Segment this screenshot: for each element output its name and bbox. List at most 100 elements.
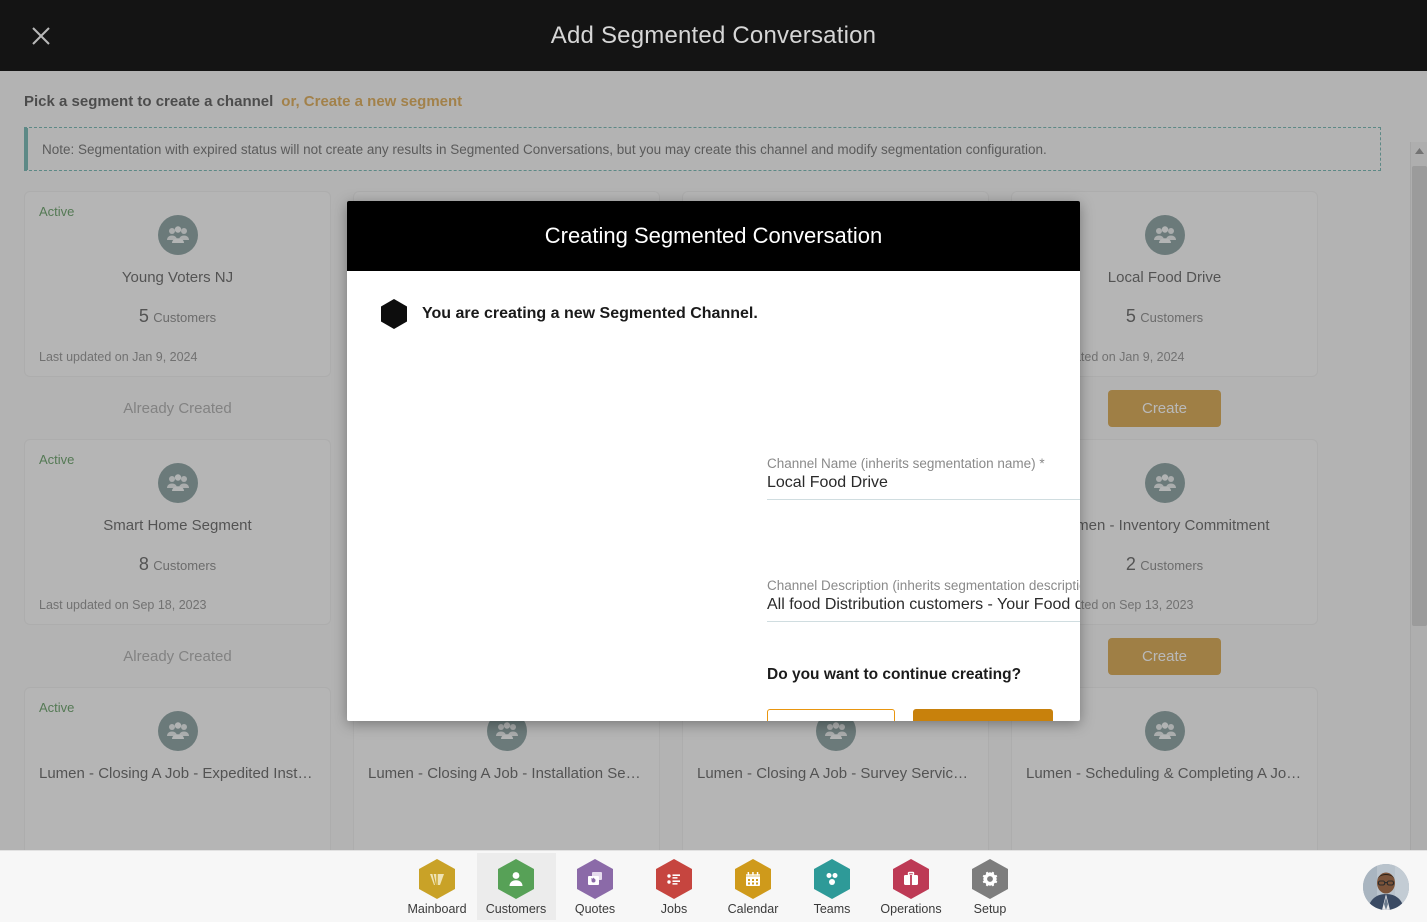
segment-avatar bbox=[157, 463, 198, 503]
modal-header: Creating Segmented Conversation bbox=[347, 201, 1080, 271]
segment-avatar bbox=[1144, 215, 1185, 255]
creating-segmented-conversation-modal: Creating Segmented Conversation You are … bbox=[347, 201, 1080, 721]
card-title: Young Voters NJ bbox=[121, 269, 234, 286]
card-count-label: Customers bbox=[1140, 310, 1204, 325]
nav-item-label: Customers bbox=[485, 902, 547, 916]
modal-topbar: Add Segmented Conversation bbox=[0, 0, 1427, 71]
card-last-updated: Last updated on Sep 18, 2023 bbox=[39, 598, 207, 612]
card-count-number: 5 bbox=[1125, 306, 1136, 326]
card-count-label: Customers bbox=[153, 310, 217, 325]
teams-icon bbox=[814, 859, 850, 899]
expired-status-note-text: Note: Segmentation with expired status w… bbox=[42, 141, 1047, 157]
bottom-navigation: Mainboard Customers Quotes Jobs Calendar Team… bbox=[0, 850, 1427, 922]
nav-item-label: Calendar bbox=[727, 902, 779, 916]
scroll-up-arrow[interactable] bbox=[1411, 142, 1427, 159]
already-created-label: Already Created bbox=[123, 399, 232, 417]
list-icon bbox=[656, 859, 692, 899]
nav-item-label: Operations bbox=[880, 902, 942, 916]
nav-item-customers[interactable]: Customers bbox=[476, 853, 556, 920]
segment-card-cell: Active Young Voters NJ 5 Customers Last upd… bbox=[24, 191, 331, 439]
segment-avatar bbox=[1144, 711, 1185, 751]
nav-item-setup[interactable]: Setup bbox=[951, 853, 1030, 920]
card-title: Lumen - Closing A Job - Expedited Instal… bbox=[39, 765, 316, 782]
card-count-number: 5 bbox=[138, 306, 149, 326]
nav-item-mainboard[interactable]: Mainboard bbox=[398, 853, 477, 920]
nav-item-label: Teams bbox=[813, 902, 851, 916]
confirm-question: Do you want to continue creating? bbox=[767, 666, 1022, 683]
briefcase-icon bbox=[893, 859, 929, 899]
channel-name-label: Channel Name (inherits segmentation name… bbox=[767, 456, 1045, 471]
modal-title: Creating Segmented Conversation bbox=[544, 223, 883, 248]
hexagon-bullet-icon bbox=[381, 299, 407, 329]
people-group-icon bbox=[495, 722, 518, 739]
user-avatar-image bbox=[1363, 864, 1409, 910]
nav-item-label: Quotes bbox=[574, 902, 616, 916]
modal-actions: No, Cancel Yes, Create bbox=[767, 709, 1054, 721]
nav-item-teams[interactable]: Teams bbox=[793, 853, 872, 920]
card-customer-count: 8 Customers bbox=[39, 554, 316, 575]
channel-description-label: Channel Description (inherits segmentati… bbox=[767, 578, 1080, 593]
modal-lead-row: You are creating a new Segmented Channel… bbox=[347, 299, 1080, 329]
people-group-icon bbox=[1153, 226, 1176, 243]
expired-status-note-banner: Note: Segmentation with expired status w… bbox=[24, 127, 1381, 171]
create-new-segment-link[interactable]: or, Create a new segment bbox=[281, 93, 462, 110]
nav-item-quotes[interactable]: Quotes bbox=[556, 853, 635, 920]
segment-card[interactable]: Active Young Voters NJ 5 Customers Last upd… bbox=[24, 191, 331, 377]
card-action-area: Already Created bbox=[24, 625, 331, 687]
channel-name-input[interactable]: Local Food Drive bbox=[767, 471, 1080, 500]
pick-segment-label: Pick a segment to create a channel bbox=[24, 93, 274, 110]
create-channel-button[interactable]: Create bbox=[1107, 637, 1222, 675]
segment-card-cell: Active Smart Home Segment 8 Customers Last … bbox=[24, 439, 331, 687]
segment-card[interactable]: Active Lumen - Closing A Job - Expedited … bbox=[24, 687, 331, 873]
nav-item-calendar[interactable]: Calendar bbox=[714, 853, 793, 920]
quotes-icon bbox=[577, 859, 613, 899]
channel-name-field: Channel Name (inherits segmentation name… bbox=[767, 456, 1080, 500]
people-group-icon bbox=[166, 226, 189, 243]
segment-avatar bbox=[157, 711, 198, 751]
channel-description-input[interactable]: All food Distribution customers - Your F… bbox=[767, 593, 1080, 622]
close-icon[interactable] bbox=[24, 19, 58, 53]
channel-description-field: Channel Description (inherits segmentati… bbox=[767, 578, 1080, 622]
gear-icon bbox=[972, 859, 1008, 899]
calendar-icon bbox=[735, 859, 771, 899]
segment-avatar bbox=[157, 215, 198, 255]
nav-item-operations[interactable]: Operations bbox=[872, 853, 951, 920]
nav-item-label: Jobs bbox=[660, 902, 688, 916]
nav-items: Mainboard Customers Quotes Jobs Calendar Team… bbox=[398, 853, 1030, 920]
mainboard-icon bbox=[419, 859, 455, 899]
segment-card[interactable]: Active Smart Home Segment 8 Customers Last … bbox=[24, 439, 331, 625]
card-last-updated: Last updated on Jan 9, 2024 bbox=[39, 350, 198, 364]
create-channel-button[interactable]: Create bbox=[1107, 389, 1222, 427]
people-group-icon bbox=[1153, 722, 1176, 739]
already-created-label: Already Created bbox=[123, 647, 232, 665]
card-title: Lumen - Closing A Job - Survey Services … bbox=[697, 765, 974, 782]
user-avatar[interactable] bbox=[1363, 864, 1409, 910]
card-count-label: Customers bbox=[1140, 558, 1204, 573]
card-action-area: Already Created bbox=[24, 377, 331, 439]
pick-segment-header: Pick a segment to create a channel or, C… bbox=[24, 93, 1388, 110]
nav-item-label: Mainboard bbox=[407, 902, 467, 916]
scrollbar-thumb[interactable] bbox=[1412, 166, 1427, 626]
cancel-button[interactable]: No, Cancel bbox=[767, 709, 896, 721]
confirm-create-button[interactable]: Yes, Create bbox=[913, 709, 1054, 721]
card-customer-count: 5 Customers bbox=[39, 306, 316, 327]
people-group-icon bbox=[1153, 474, 1176, 491]
page-scrollbar[interactable] bbox=[1410, 142, 1427, 921]
modal-body: You are creating a new Segmented Channel… bbox=[347, 271, 1080, 721]
card-title: Smart Home Segment bbox=[103, 517, 252, 534]
person-icon bbox=[498, 859, 534, 899]
nav-item-jobs[interactable]: Jobs bbox=[635, 853, 714, 920]
card-title: Lumen - Closing A Job - Installation Ser… bbox=[368, 765, 645, 782]
card-title: Lumen - Scheduling & Completing A Job - … bbox=[1026, 765, 1303, 782]
card-count-label: Customers bbox=[153, 558, 217, 573]
modal-lead-text: You are creating a new Segmented Channel… bbox=[422, 305, 758, 322]
people-group-icon bbox=[166, 474, 189, 491]
nav-item-label: Setup bbox=[973, 902, 1007, 916]
card-count-number: 2 bbox=[1125, 554, 1136, 574]
app-root: Pick a segment to create a channel or, C… bbox=[0, 0, 1427, 922]
card-count-number: 8 bbox=[138, 554, 149, 574]
segment-avatar bbox=[1144, 463, 1185, 503]
people-group-icon bbox=[824, 722, 847, 739]
page-title: Add Segmented Conversation bbox=[550, 21, 877, 49]
people-group-icon bbox=[166, 722, 189, 739]
